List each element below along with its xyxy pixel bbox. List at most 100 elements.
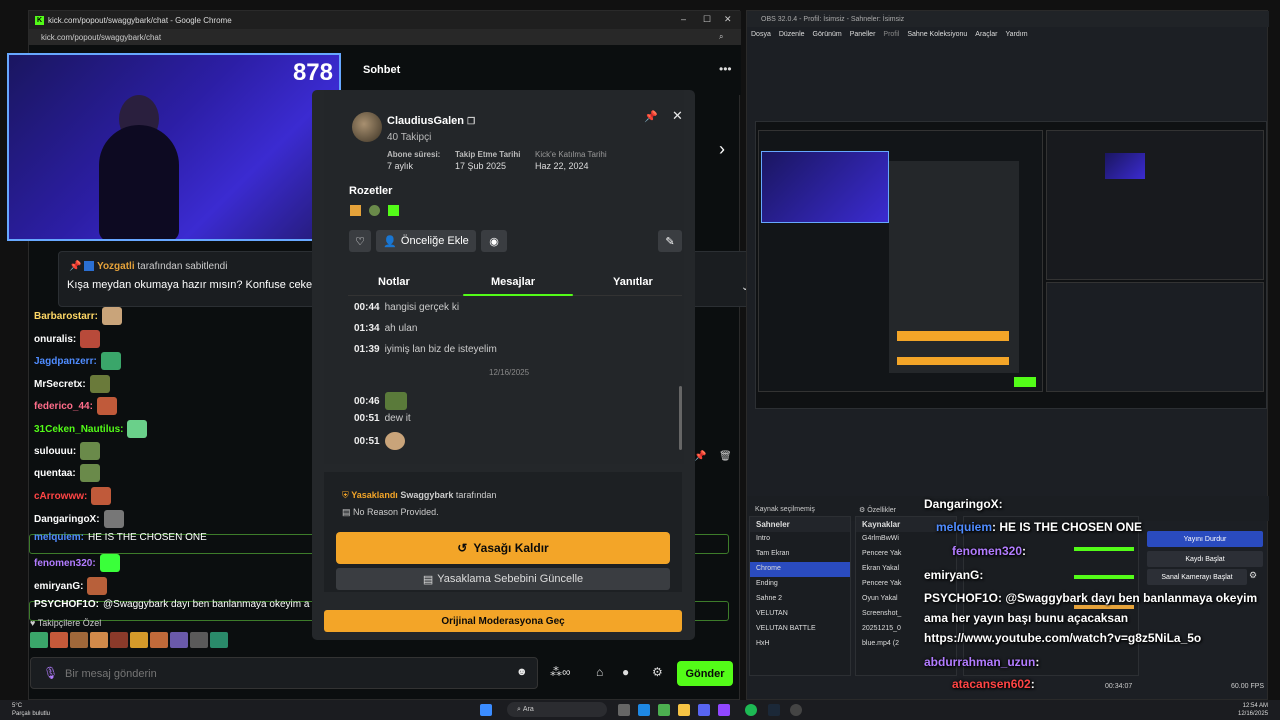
chat-username[interactable]: sulouuu: (34, 446, 76, 457)
emote-icon[interactable] (170, 632, 188, 648)
minimize-icon[interactable]: – (681, 14, 686, 24)
gift-icon[interactable]: ⌂ (596, 665, 603, 679)
row-delete-icon[interactable]: 🗑 (719, 451, 732, 462)
history-scrollbar[interactable] (679, 386, 682, 450)
original-moderation-button[interactable]: Orijinal Moderasyona Geç (324, 610, 682, 632)
emoji-icon[interactable]: ☻ (516, 666, 528, 678)
chat-input-box[interactable]: 🎙 ☻ (30, 657, 538, 689)
source-item[interactable]: G4rlmBwWi (856, 532, 956, 547)
chat-text: HE IS THE CHOSEN ONE (88, 532, 207, 543)
kick-points-icon[interactable]: ⁂∞ (550, 665, 571, 679)
chat-username[interactable]: melquiem: (34, 532, 84, 543)
taskbar-search[interactable]: ⌕ Ara (507, 702, 607, 717)
stop-stream-button[interactable]: Yayını Durdur (1147, 531, 1263, 547)
chat-username[interactable]: onuralis: (34, 334, 76, 345)
virtual-camera-button[interactable]: Sanal Kamerayı Başlat (1147, 569, 1247, 585)
discord-icon[interactable] (698, 704, 710, 716)
tab-replies[interactable]: Yanıtlar (613, 276, 653, 288)
zoom-icon[interactable]: ⌕ (719, 32, 723, 42)
eye-icon[interactable]: ◉ (481, 230, 507, 252)
tab-notes[interactable]: Notlar (378, 276, 410, 288)
chat-username[interactable]: quentaa: (34, 468, 76, 479)
scene-item[interactable]: HxH (750, 637, 850, 652)
properties-button[interactable]: ⚙ Özellikler (859, 506, 896, 514)
scene-item[interactable]: VELUTAN (750, 607, 850, 622)
menu-help[interactable]: Yardım (1005, 31, 1027, 38)
menu-view[interactable]: Görünüm (813, 31, 842, 38)
scene-item[interactable]: Tam Ekran (750, 547, 850, 562)
explorer-icon[interactable] (678, 704, 690, 716)
unban-button[interactable]: ↺ Yasağı Kaldır (336, 532, 670, 564)
pin-card-icon[interactable]: 📌 (644, 110, 658, 123)
microphone-icon[interactable]: 🎙 (43, 666, 58, 680)
chat-username[interactable]: DangaringoX: (34, 514, 100, 525)
scene-list: Intro Tam Ekran Chrome Ending Sahne 2 VELUTAN… (750, 532, 850, 652)
chat-username[interactable]: Jagdpanzerr: (34, 356, 97, 367)
chat-username[interactable]: MrSecretx: (34, 379, 86, 390)
chat-bubble-icon[interactable]: ● (622, 665, 629, 679)
edge-icon[interactable] (638, 704, 650, 716)
chat-username[interactable]: cArrowww: (34, 491, 87, 502)
source-item[interactable]: Pencere Yak (856, 547, 956, 562)
chat-username[interactable]: fenomen320: (34, 558, 96, 569)
emote-icon[interactable] (110, 632, 128, 648)
windows-start-icon[interactable] (480, 704, 492, 716)
obs-icon[interactable] (790, 704, 802, 716)
emote-icon[interactable] (30, 632, 48, 648)
app-icon[interactable] (718, 704, 730, 716)
copy-icon[interactable]: ❐ (467, 116, 475, 126)
send-button[interactable]: Gönder (677, 661, 733, 686)
menu-edit[interactable]: Düzenle (779, 31, 805, 38)
emote-icon[interactable] (210, 632, 228, 648)
scene-item[interactable]: Intro (750, 532, 850, 547)
chat-more-icon[interactable]: ••• (719, 62, 732, 76)
chat-username[interactable]: 31Ceken_Nautilus: (34, 424, 123, 435)
history-item: 00:51 (354, 432, 405, 450)
menu-profile[interactable]: Profil (883, 31, 899, 38)
add-priority-button[interactable]: 👤 Önceliğe Ekle (376, 230, 476, 252)
clock[interactable]: 12:54 AM 12/16/2025 (1238, 702, 1268, 718)
menu-file[interactable]: Dosya (751, 31, 771, 38)
maximize-icon[interactable]: ☐ (703, 14, 711, 25)
heart-icon[interactable]: ♡ (349, 230, 371, 252)
task-view-icon[interactable] (618, 704, 630, 716)
scene-item[interactable]: Chrome (750, 562, 850, 577)
emote-icon[interactable] (90, 632, 108, 648)
emote-icon[interactable] (50, 632, 68, 648)
chat-username[interactable]: emiryanG: (34, 581, 83, 592)
menu-docks[interactable]: Paneller (850, 31, 876, 38)
weather-widget[interactable]: 5°C Parçalı bulutlu (12, 702, 50, 718)
mute-icon[interactable]: ✎ (658, 230, 682, 252)
emote-strip[interactable] (30, 632, 228, 648)
emote-icon[interactable] (150, 632, 168, 648)
chat-input[interactable] (65, 666, 505, 682)
update-ban-reason-button[interactable]: ▤ Yasaklama Sebebini Güncelle (336, 568, 670, 590)
chrome-icon[interactable] (658, 704, 670, 716)
menu-scene-collection[interactable]: Sahne Koleksiyonu (907, 31, 967, 38)
start-record-button[interactable]: Kaydı Başlat (1147, 551, 1263, 567)
virtual-cam-settings-icon[interactable]: ⚙ (1249, 570, 1257, 581)
emote-icon[interactable] (130, 632, 148, 648)
avatar[interactable] (352, 112, 382, 142)
scene-item[interactable]: Ending (750, 577, 850, 592)
chat-username[interactable]: PSYCHOF1O: (34, 599, 99, 610)
emote-icon (80, 442, 101, 460)
scene-item[interactable]: Sahne 2 (750, 592, 850, 607)
emote-icon[interactable] (190, 632, 208, 648)
close-icon[interactable]: ✕ (724, 14, 732, 25)
overlay-username: PSYCHOF1O (924, 591, 999, 605)
tab-messages[interactable]: Mesajlar (491, 276, 535, 288)
chevron-right-icon[interactable]: › (719, 139, 725, 160)
close-card-icon[interactable]: ✕ (672, 108, 683, 124)
chat-username[interactable]: Barbarostarr: (34, 311, 98, 322)
steam-icon[interactable] (768, 704, 780, 716)
gear-icon[interactable]: ⚙ (652, 665, 663, 679)
spotify-icon[interactable] (745, 704, 757, 716)
scene-item[interactable]: VELUTAN BATTLE (750, 622, 850, 637)
emote-icon[interactable] (70, 632, 88, 648)
obs-preview[interactable] (755, 121, 1267, 409)
row-pin-icon[interactable]: 📌 (694, 451, 706, 462)
chat-username[interactable]: federico_44: (34, 401, 93, 412)
address-bar[interactable]: kick.com/popout/swaggybark/chat ⌕ (29, 29, 741, 45)
menu-tools[interactable]: Araçlar (975, 31, 997, 38)
